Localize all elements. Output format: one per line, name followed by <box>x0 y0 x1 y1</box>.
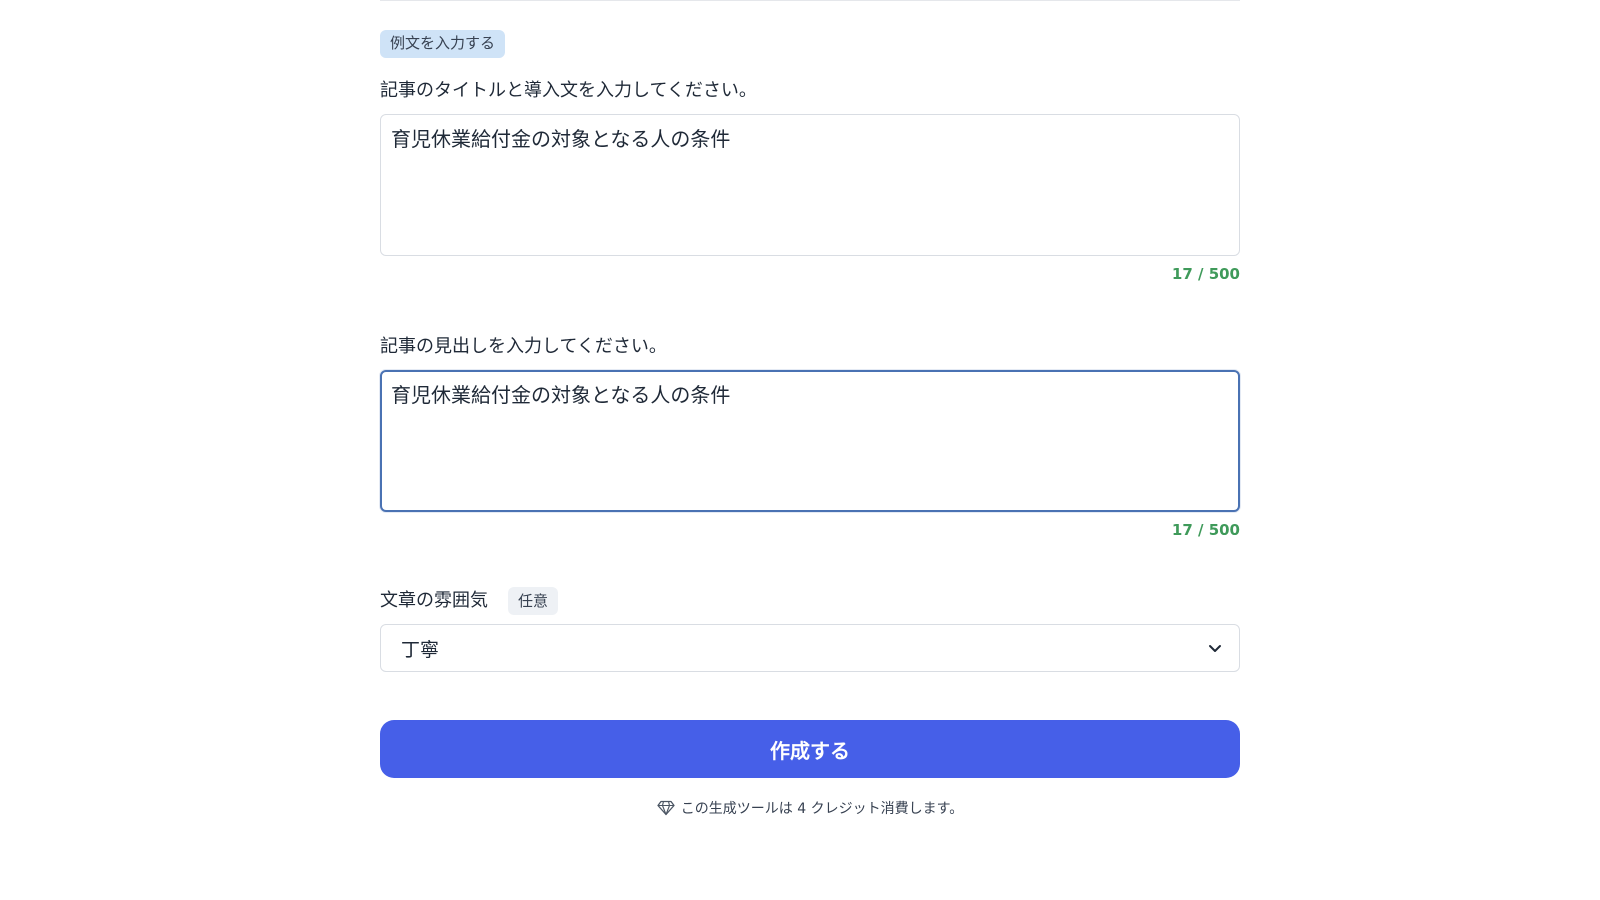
credit-note-text: この生成ツールは 4 クレジット消費します。 <box>680 801 964 817</box>
tone-label-row: 文章の雰囲気 任意 <box>380 586 1240 616</box>
diamond-icon <box>657 800 675 816</box>
tone-select[interactable]: 丁寧 <box>380 624 1240 672</box>
title-intro-label: 記事のタイトルと導入文を入力してください。 <box>380 80 757 101</box>
heading-textarea[interactable]: 育児休業給付金の対象となる人の条件 <box>380 370 1240 512</box>
tone-label: 文章の雰囲気 <box>380 590 488 611</box>
page: 例文を入力する 記事のタイトルと導入文を入力してください。 育児休業給付金の対象… <box>0 0 1600 900</box>
top-divider <box>380 0 1240 1</box>
optional-badge: 任意 <box>508 587 559 615</box>
heading-label: 記事の見出しを入力してください。 <box>380 336 667 357</box>
title-intro-textarea[interactable]: 育児休業給付金の対象となる人の条件 <box>380 114 1240 256</box>
heading-char-counter: 17 / 500 <box>1171 521 1240 539</box>
tone-select-value: 丁寧 <box>401 638 440 661</box>
title-intro-char-counter: 17 / 500 <box>1171 265 1240 283</box>
create-button[interactable]: 作成する <box>380 720 1240 778</box>
form-container: 例文を入力する 記事のタイトルと導入文を入力してください。 育児休業給付金の対象… <box>380 30 1240 818</box>
chevron-down-icon <box>1209 645 1221 652</box>
credit-note: この生成ツールは 4 クレジット消費します。 <box>380 798 1240 818</box>
example-text-button[interactable]: 例文を入力する <box>380 30 506 58</box>
